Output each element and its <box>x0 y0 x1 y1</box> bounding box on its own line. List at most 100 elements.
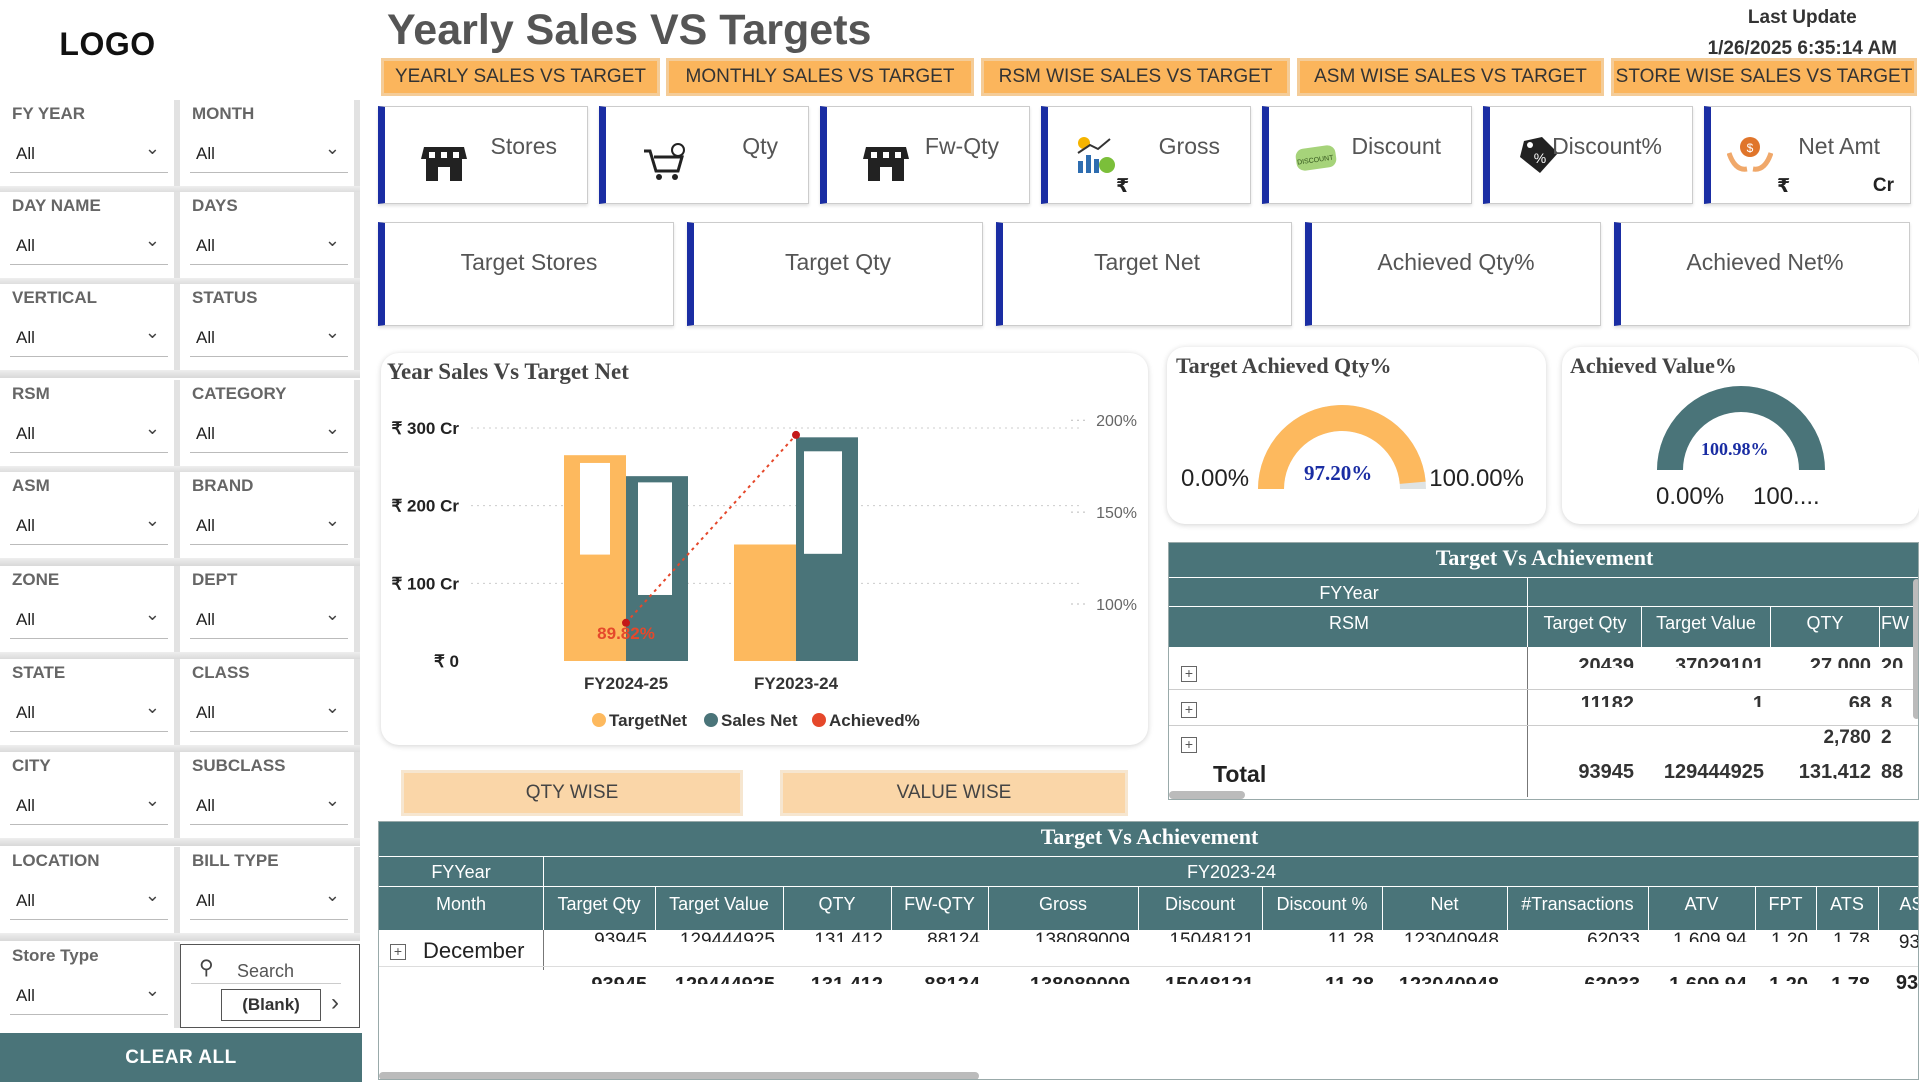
slicer-dept[interactable]: DEPT All ⌄ <box>180 566 360 652</box>
slicer-day-name[interactable]: DAY NAME All ⌄ <box>0 192 180 278</box>
bar-label-mask <box>580 462 610 555</box>
col-header[interactable]: Target Qty <box>543 894 655 915</box>
chevron-down-icon: ⌄ <box>144 510 160 530</box>
col-header[interactable]: ATS <box>1816 894 1878 915</box>
col-header[interactable]: Target Value <box>655 894 783 915</box>
class-dropdown[interactable]: All ⌄ <box>190 693 348 732</box>
expand-icon[interactable]: + <box>1181 737 1197 753</box>
svg-text:%: % <box>1534 150 1546 166</box>
col-header[interactable]: FPT <box>1755 894 1816 915</box>
cell: 15048121 <box>1169 930 1254 942</box>
divider <box>1527 647 1528 797</box>
asm-dropdown[interactable]: All ⌄ <box>10 506 168 545</box>
y-tick-label: ₹ 300 Cr <box>391 419 459 438</box>
col-header[interactable]: QTY <box>783 894 891 915</box>
col-header[interactable]: Target Value <box>1642 613 1770 634</box>
col-header[interactable]: FW-QTY <box>891 894 988 915</box>
blank-option[interactable]: (Blank) <box>221 989 321 1021</box>
slicer-category[interactable]: CATEGORY All ⌄ <box>180 380 360 466</box>
location-dropdown[interactable]: All ⌄ <box>10 881 168 920</box>
search-input[interactable]: Search <box>237 961 294 982</box>
days-dropdown[interactable]: All ⌄ <box>190 226 348 265</box>
col-header[interactable]: Discount % <box>1262 894 1382 915</box>
slicer-month[interactable]: MONTH All ⌄ <box>180 100 360 186</box>
nav-store-button[interactable]: STORE WISE SALES VS TARGET <box>1611 58 1917 96</box>
chevron-down-icon: ⌄ <box>324 418 340 438</box>
slicer-rsm[interactable]: RSM All ⌄ <box>0 380 180 466</box>
slicer-asm[interactable]: ASM All ⌄ <box>0 472 180 558</box>
vertical-scrollbar[interactable] <box>1913 579 1918 719</box>
slicer-status[interactable]: STATUS All ⌄ <box>180 284 360 370</box>
bill-type-dropdown[interactable]: All ⌄ <box>190 881 348 920</box>
col-header[interactable]: RSM <box>1169 613 1529 634</box>
nav-rsm-button[interactable]: RSM WISE SALES VS TARGET <box>981 58 1290 96</box>
legend-label: Achieved% <box>829 711 920 730</box>
slicer-label: STATUS <box>192 288 258 307</box>
slicer-label: RSM <box>12 384 50 403</box>
cell: 2 <box>1881 727 1892 747</box>
vertical-dropdown[interactable]: All ⌄ <box>10 318 168 357</box>
y-tick-label: ₹ 200 Cr <box>391 497 459 516</box>
chevron-down-icon: ⌄ <box>144 697 160 717</box>
subclass-dropdown[interactable]: All ⌄ <box>190 786 348 825</box>
chevron-down-icon: ⌄ <box>324 604 340 624</box>
col-header[interactable]: Target Qty <box>1529 613 1641 634</box>
brand-dropdown[interactable]: All ⌄ <box>190 506 348 545</box>
slicer-vertical[interactable]: VERTICAL All ⌄ <box>0 284 180 370</box>
nav-monthly-button[interactable]: MONTHLY SALES VS TARGET <box>666 58 974 96</box>
expand-icon[interactable]: + <box>1181 702 1197 718</box>
slicer-subclass[interactable]: SUBCLASS All ⌄ <box>180 752 360 838</box>
store-type-dropdown[interactable]: All ⌄ <box>10 976 168 1015</box>
rsm-dropdown[interactable]: All ⌄ <box>10 414 168 453</box>
col-header[interactable]: Net <box>1382 894 1507 915</box>
slicer-zone[interactable]: ZONE All ⌄ <box>0 566 180 652</box>
col-header[interactable]: QTY <box>1771 613 1879 634</box>
col-header[interactable]: ATV <box>1648 894 1755 915</box>
col-header[interactable]: ASP <box>1878 894 1918 915</box>
expand-icon[interactable]: + <box>1181 666 1197 682</box>
value-wise-button[interactable]: VALUE WISE <box>780 770 1128 816</box>
nav-yearly-button[interactable]: YEARLY SALES VS TARGET <box>381 58 660 96</box>
chevron-right-icon[interactable]: › <box>331 989 339 1017</box>
col-header[interactable]: #Transactions <box>1507 894 1648 915</box>
slicer-bill-type[interactable]: BILL TYPE All ⌄ <box>180 847 360 933</box>
clear-all-button[interactable]: CLEAR ALL <box>0 1033 362 1082</box>
kpi-label: Stores <box>490 133 557 159</box>
expand-icon[interactable]: + <box>390 944 406 960</box>
zone-dropdown[interactable]: All ⌄ <box>10 600 168 639</box>
category-dropdown[interactable]: All ⌄ <box>190 414 348 453</box>
nav-asm-button[interactable]: ASM WISE SALES VS TARGET <box>1297 58 1604 96</box>
city-dropdown[interactable]: All ⌄ <box>10 786 168 825</box>
slicer-label: BRAND <box>192 476 254 495</box>
slicer-label: Store Type <box>12 946 99 965</box>
slicer-class[interactable]: CLASS All ⌄ <box>180 659 360 745</box>
fy-year-dropdown[interactable]: All ⌄ <box>10 134 168 173</box>
total-cell: 1.20 <box>1755 974 1808 984</box>
col-header[interactable]: Gross <box>988 894 1138 915</box>
col-header[interactable]: Month <box>379 894 543 915</box>
legend-label: Sales Net <box>721 711 798 730</box>
last-update: Last Update 1/26/2025 6:35:14 AM <box>1708 2 1897 64</box>
horizontal-scrollbar[interactable] <box>1169 791 1245 799</box>
slicer-city[interactable]: CITY All ⌄ <box>0 752 180 838</box>
page-title: Yearly Sales VS Targets <box>387 6 872 54</box>
qty-wise-button[interactable]: QTY WISE <box>401 770 743 816</box>
slicer-state[interactable]: STATE All ⌄ <box>0 659 180 745</box>
rupee-symbol: ₹ <box>1777 176 1791 197</box>
slicer-brand[interactable]: BRAND All ⌄ <box>180 472 360 558</box>
slicer-store-type[interactable]: Store Type All ⌄ <box>0 942 180 1028</box>
horizontal-scrollbar[interactable] <box>379 1072 979 1079</box>
y-tick-label: ₹ 0 <box>434 652 459 671</box>
kpi-label: Discount% <box>1552 133 1662 159</box>
dept-dropdown[interactable]: All ⌄ <box>190 600 348 639</box>
chevron-down-icon: ⌄ <box>324 322 340 342</box>
state-dropdown[interactable]: All ⌄ <box>10 693 168 732</box>
slicer-fy-year[interactable]: FY YEAR All ⌄ <box>0 100 180 186</box>
status-dropdown[interactable]: All ⌄ <box>190 318 348 357</box>
slicer-days[interactable]: DAYS All ⌄ <box>180 192 360 278</box>
col-header[interactable]: Discount <box>1138 894 1262 915</box>
cell: 1.78 <box>1833 930 1870 942</box>
slicer-location[interactable]: LOCATION All ⌄ <box>0 847 180 933</box>
month-dropdown[interactable]: All ⌄ <box>190 134 348 173</box>
day-name-dropdown[interactable]: All ⌄ <box>10 226 168 265</box>
